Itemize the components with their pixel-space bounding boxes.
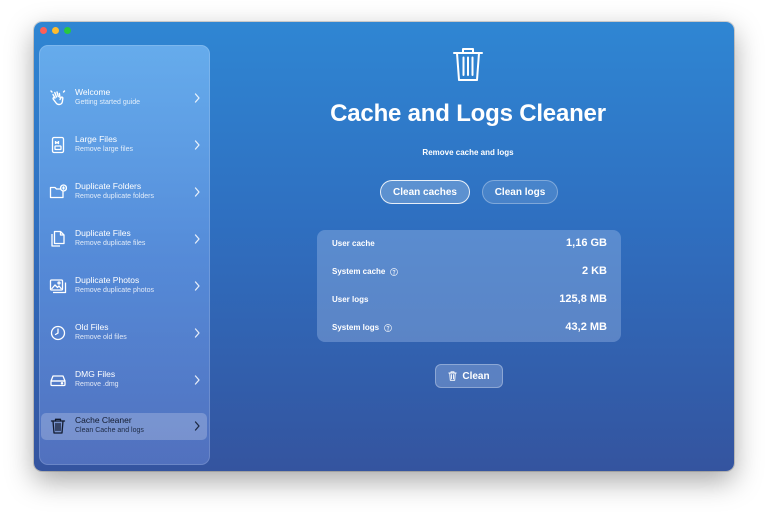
sidebar-item-subtitle: Getting started guide: [75, 99, 140, 106]
clean-button[interactable]: Clean: [435, 364, 503, 388]
sidebar-item-duplicate-folders[interactable]: Duplicate Folders Remove duplicate folde…: [41, 179, 207, 206]
sidebar-item-duplicate-files[interactable]: Duplicate Files Remove duplicate files: [41, 226, 207, 253]
stat-label-wrap: System cache: [332, 267, 399, 276]
page-subtitle: Remove cache and logs: [422, 148, 514, 157]
chevron-right-icon: [193, 420, 201, 432]
sidebar-item-subtitle: Remove .dmg: [75, 381, 119, 388]
stat-label-wrap: System logs: [332, 323, 392, 332]
help-icon[interactable]: [390, 267, 399, 276]
trash-icon: [448, 371, 458, 381]
sidebar-item-title: Duplicate Files: [75, 228, 131, 238]
stat-row-system-cache: System cache 2 KB: [317, 258, 621, 286]
app-window: Welcome Getting started guide Large File…: [34, 22, 734, 471]
sidebar-item-subtitle: Remove duplicate files: [75, 240, 146, 247]
chevron-right-icon: [193, 374, 201, 386]
sidebar-item-title: Old Files: [75, 322, 109, 332]
large-file-icon: [49, 136, 67, 154]
close-window-button[interactable]: [40, 27, 47, 34]
sidebar-item-subtitle: Remove duplicate photos: [75, 287, 154, 294]
minimize-window-button[interactable]: [52, 27, 59, 34]
stat-value: 43,2 MB: [565, 321, 607, 333]
stat-value: 2 KB: [581, 265, 607, 277]
sidebar-item-cache-cleaner[interactable]: Cache Cleaner Clean Cache and logs: [41, 413, 207, 440]
stat-label: System logs: [332, 323, 380, 332]
stat-label-wrap: User logs: [332, 295, 368, 304]
chevron-right-icon: [193, 186, 201, 198]
stat-row-user-logs: User logs 125,8 MB: [317, 286, 621, 314]
trash-icon: [49, 417, 67, 435]
stat-label-wrap: User cache: [332, 239, 375, 248]
chevron-right-icon: [193, 139, 201, 151]
sidebar: Welcome Getting started guide Large File…: [39, 45, 210, 465]
sidebar-item-title: Large Files: [75, 134, 118, 144]
sidebar-item-duplicate-photos[interactable]: Duplicate Photos Remove duplicate photos: [41, 273, 207, 300]
sidebar-item-title: Duplicate Folders: [75, 181, 142, 191]
folder-plus-icon: [49, 183, 67, 201]
sidebar-item-old-files[interactable]: Old Files Remove old files: [41, 320, 207, 347]
sidebar-item-subtitle: Remove old files: [75, 334, 127, 341]
sidebar-item-dmg-files[interactable]: DMG Files Remove .dmg: [41, 367, 207, 394]
stat-label: User cache: [332, 239, 375, 248]
hand-wave-icon: [49, 89, 67, 107]
clean-button-label: Clean: [462, 370, 490, 382]
chevron-right-icon: [193, 280, 201, 292]
help-icon[interactable]: [384, 323, 392, 332]
page-title: Cache and Logs Cleaner: [330, 100, 606, 127]
chevron-right-icon: [193, 327, 201, 339]
sidebar-item-title: Cache Cleaner: [75, 415, 132, 425]
sidebar-item-subtitle: Remove duplicate folders: [75, 193, 154, 200]
chevron-right-icon: [193, 92, 201, 104]
chevron-right-icon: [193, 233, 201, 245]
disk-drive-icon: [49, 371, 67, 389]
sidebar-item-welcome[interactable]: Welcome Getting started guide: [41, 85, 207, 112]
sidebar-item-title: Duplicate Photos: [75, 275, 140, 285]
sidebar-item-large-files[interactable]: Large Files Remove large files: [41, 132, 207, 159]
clean-logs-button[interactable]: Clean logs: [482, 180, 558, 204]
stat-value: 1,16 GB: [566, 237, 607, 249]
documents-icon: [49, 230, 67, 248]
sidebar-item-title: DMG Files: [75, 369, 116, 379]
stat-label: System cache: [332, 267, 386, 276]
stat-label: User logs: [332, 295, 369, 304]
photos-icon: [49, 277, 67, 295]
clock-icon: [49, 324, 67, 342]
clean-caches-button[interactable]: Clean caches: [380, 180, 470, 204]
sidebar-item-subtitle: Remove large files: [75, 146, 133, 153]
sidebar-item-title: Welcome: [75, 87, 111, 97]
stats-panel: User cache 1,16 GB System cache 2 KB Use…: [317, 230, 621, 342]
window-controls: [40, 27, 71, 34]
maximize-window-button[interactable]: [64, 27, 71, 34]
sidebar-item-subtitle: Clean Cache and logs: [75, 427, 144, 434]
stat-row-system-logs: System logs 43,2 MB: [317, 314, 621, 342]
stat-row-user-cache: User cache 1,16 GB: [317, 230, 621, 258]
stat-value: 125,8 MB: [559, 293, 607, 305]
trash-icon: [452, 46, 484, 82]
